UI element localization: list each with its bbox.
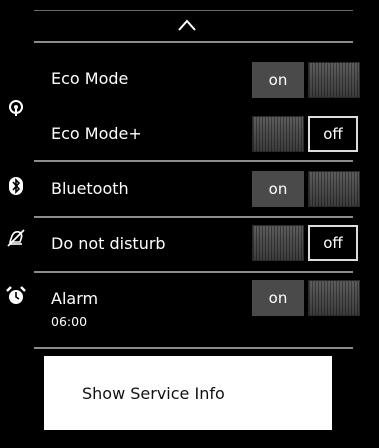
chevron-up-icon[interactable] — [177, 18, 197, 32]
do-not-disturb-toggle[interactable]: off — [252, 225, 358, 261]
bluetooth-label: Bluetooth — [51, 179, 129, 198]
alarm-clock-icon — [6, 286, 26, 304]
eco-mode-state: on — [252, 62, 304, 98]
toggle-knob[interactable] — [308, 280, 360, 316]
eco-icon — [9, 100, 23, 116]
alarm-state: on — [252, 280, 304, 316]
eco-mode-toggle[interactable]: on — [252, 62, 360, 98]
header-divider — [34, 41, 353, 43]
bluetooth-toggle[interactable]: on — [252, 171, 360, 207]
row-divider — [34, 271, 353, 273]
top-edge-divider — [34, 10, 353, 11]
toggle-knob[interactable] — [252, 225, 304, 261]
toggle-knob[interactable] — [308, 171, 360, 207]
alarm-label: Alarm — [51, 289, 99, 308]
alarm-time: 06:00 — [51, 314, 88, 329]
toggle-knob[interactable] — [308, 62, 360, 98]
do-not-disturb-state: off — [308, 225, 358, 261]
eco-mode-label: Eco Mode — [51, 69, 129, 88]
bluetooth-icon — [9, 177, 23, 195]
show-service-info-label: Show Service Info — [82, 383, 225, 403]
bell-off-icon — [7, 229, 25, 247]
toggle-knob[interactable] — [252, 116, 304, 152]
eco-mode-plus-state: off — [308, 116, 358, 152]
row-divider — [34, 216, 353, 218]
eco-mode-plus-toggle[interactable]: off — [252, 116, 358, 152]
row-divider — [34, 160, 353, 162]
do-not-disturb-label: Do not disturb — [51, 234, 166, 253]
show-service-info-button[interactable]: Show Service Info — [44, 356, 332, 430]
row-divider — [34, 347, 353, 349]
bluetooth-state: on — [252, 171, 304, 207]
eco-mode-plus-label: Eco Mode+ — [51, 124, 142, 143]
alarm-toggle[interactable]: on — [252, 280, 360, 316]
